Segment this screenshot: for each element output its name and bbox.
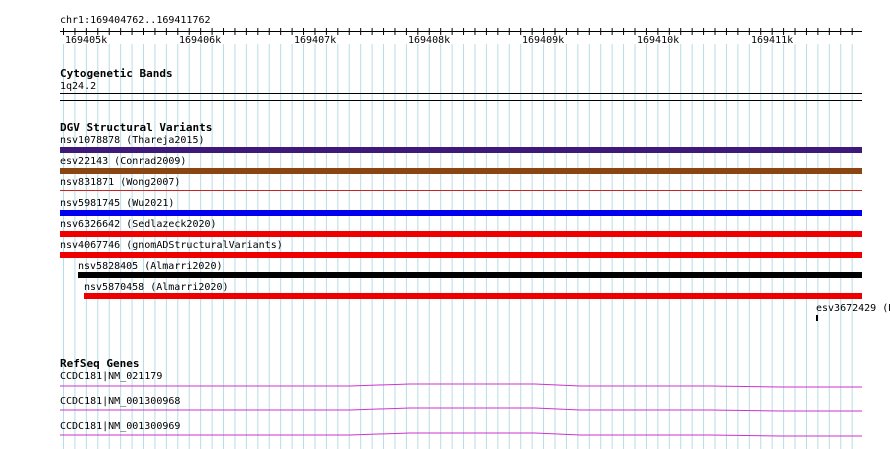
sv-label: nsv831871 (Wong2007) bbox=[60, 177, 181, 188]
gene-line bbox=[60, 407, 862, 412]
sv-label: esv22143 (Conrad2009) bbox=[60, 156, 187, 167]
gene-line bbox=[60, 383, 862, 388]
sv-label: nsv6326642 (Sedlazeck2020) bbox=[60, 219, 217, 230]
tick-label: 169410k bbox=[637, 35, 680, 46]
gene-feature[interactable] bbox=[60, 380, 862, 390]
sv-feature[interactable] bbox=[60, 210, 862, 216]
sv-feature[interactable] bbox=[60, 231, 862, 237]
sv-label: nsv5870458 (Almarri2020) bbox=[84, 282, 229, 293]
ruler-axis[interactable]: 169405k 169406k 169407k 169408k 169409k … bbox=[60, 24, 862, 50]
tick-label: 169408k bbox=[408, 35, 451, 46]
gene-feature[interactable] bbox=[60, 429, 862, 439]
tick-label: 169406k bbox=[179, 35, 222, 46]
sv-label: nsv1078878 (Thareja2015) bbox=[60, 135, 205, 146]
sv-feature[interactable] bbox=[78, 272, 862, 278]
gene-feature[interactable] bbox=[60, 404, 862, 414]
sv-feature[interactable] bbox=[60, 252, 862, 258]
gene-line bbox=[60, 432, 862, 437]
cytoband-label: 1q24.2 bbox=[60, 81, 97, 92]
sv-label: esv3672429 (B bbox=[816, 303, 890, 314]
track-title-cytoband[interactable]: Cytogenetic Bands bbox=[60, 68, 173, 80]
tick-label: 169409k bbox=[522, 35, 565, 46]
sv-label: nsv5981745 (Wu2021) bbox=[60, 198, 175, 209]
sv-label: nsv4067746 (gnomADStructuralVariants) bbox=[60, 240, 283, 251]
sv-feature[interactable] bbox=[60, 147, 862, 153]
sv-feature[interactable] bbox=[60, 168, 862, 174]
track-divider bbox=[60, 100, 862, 101]
sv-feature[interactable] bbox=[60, 190, 862, 191]
track-title-dgv[interactable]: DGV Structural Variants bbox=[60, 122, 212, 134]
track-title-refseq[interactable]: RefSeq Genes bbox=[60, 358, 139, 370]
sv-feature[interactable] bbox=[816, 315, 818, 321]
sv-label: nsv5828405 (Almarri2020) bbox=[78, 261, 223, 272]
tick-label: 169411k bbox=[751, 35, 794, 46]
tick-label: 169407k bbox=[294, 35, 337, 46]
tick-label: 169405k bbox=[65, 35, 108, 46]
cytoband-feature[interactable] bbox=[60, 93, 862, 94]
sv-feature[interactable] bbox=[84, 293, 862, 299]
